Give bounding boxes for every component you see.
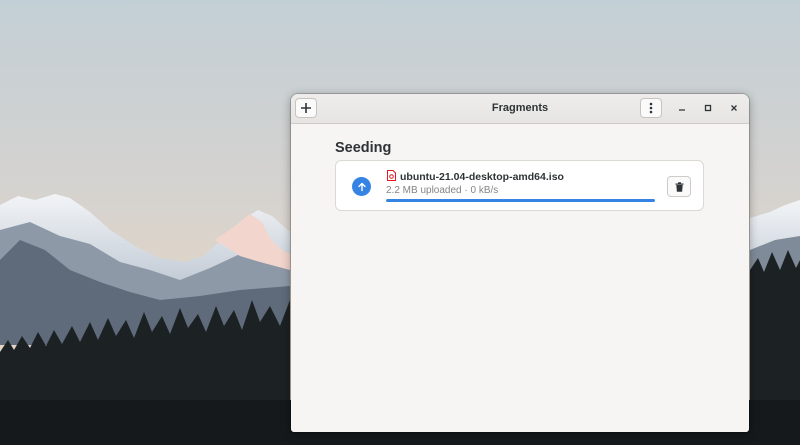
torrent-status-text: 2.2 MB uploaded · 0 kB/s bbox=[386, 185, 499, 196]
progress-bar bbox=[386, 199, 655, 202]
upload-arrow-icon bbox=[357, 182, 366, 191]
torrent-row[interactable]: ubuntu-21.04-desktop-amd64.iso 2.2 MB up… bbox=[335, 160, 704, 211]
file-icon bbox=[387, 170, 396, 181]
maximize-icon bbox=[704, 104, 712, 112]
minimize-button[interactable] bbox=[674, 100, 690, 116]
close-button[interactable] bbox=[726, 100, 742, 116]
fragments-window: Fragments Seeding ubuntu-21.04-desktop-a… bbox=[291, 94, 749, 432]
torrent-name: ubuntu-21.04-desktop-amd64.iso bbox=[400, 171, 564, 183]
trash-icon bbox=[675, 181, 683, 192]
headerbar: Fragments bbox=[291, 94, 749, 124]
minimize-icon bbox=[679, 109, 685, 111]
upload-status-indicator bbox=[352, 177, 371, 196]
close-icon bbox=[731, 105, 737, 111]
kebab-menu-icon bbox=[649, 102, 653, 114]
progress-fill bbox=[386, 199, 655, 202]
delete-torrent-button[interactable] bbox=[667, 176, 691, 197]
section-title: Seeding bbox=[335, 140, 392, 156]
main-menu-button[interactable] bbox=[640, 98, 662, 118]
maximize-button[interactable] bbox=[700, 100, 716, 116]
